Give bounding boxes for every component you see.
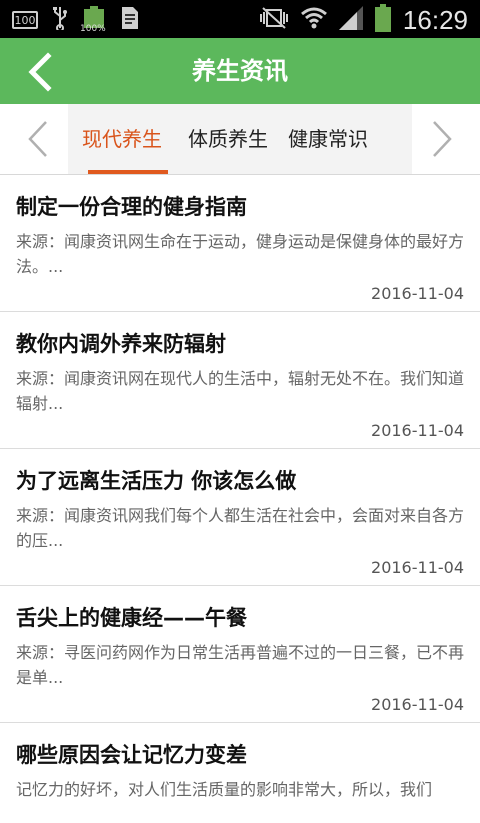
article-summary: 记忆力的好坏，对人们生活质量的影响非常大，所以，我们 bbox=[16, 780, 433, 799]
article-title: 教你内调外养来防辐射 bbox=[16, 332, 226, 356]
list-item[interactable]: 制定一份合理的健身指南 来源：闻康资讯网生命在于运动，健身运动是保健身体的最好方… bbox=[0, 175, 480, 312]
article-summary: 来源：闻康资讯网我们每个人都生活在社会中，会面对来自各方的压... bbox=[16, 506, 465, 550]
article-title: 制定一份合理的健身指南 bbox=[16, 195, 247, 219]
category-tabs: 现代养生 体质养生 健康常识 bbox=[0, 104, 480, 175]
list-item[interactable]: 舌尖上的健康经——午餐 来源：寻医问药网作为日常生活再普遍不过的一日三餐，已不再… bbox=[0, 586, 480, 723]
article-summary: 来源：闻康资讯网在现代人的生活中，辐射无处不在。我们知道辐射... bbox=[16, 369, 465, 413]
tab-modern-health[interactable]: 现代养生 bbox=[82, 104, 168, 174]
tabs-prev-button[interactable] bbox=[14, 104, 62, 174]
list-item[interactable]: 哪些原因会让记忆力变差 记忆力的好坏，对人们生活质量的影响非常大，所以，我们 bbox=[0, 723, 480, 823]
list-item[interactable]: 为了远离生活压力 你该怎么做 来源：闻康资讯网我们每个人都生活在社会中，会面对来… bbox=[0, 449, 480, 586]
article-summary: 来源：闻康资讯网生命在于运动，健身运动是保健身体的最好方法。... bbox=[16, 232, 465, 276]
article-title: 哪些原因会让记忆力变差 bbox=[16, 743, 247, 767]
battery-100-box-icon: 100 bbox=[12, 11, 38, 29]
chevron-left-icon bbox=[28, 121, 47, 157]
list-item[interactable]: 教你内调外养来防辐射 来源：闻康资讯网在现代人的生活中，辐射无处不在。我们知道辐… bbox=[0, 312, 480, 449]
article-date: 2016-11-04 bbox=[371, 695, 464, 714]
battery-100-icon: 100% bbox=[80, 6, 106, 34]
clock: 16:29 bbox=[402, 4, 468, 35]
article-date: 2016-11-04 bbox=[371, 558, 464, 577]
article-title: 舌尖上的健康经——午餐 bbox=[16, 606, 247, 630]
status-bar: 100 100% 16:29 bbox=[0, 0, 480, 38]
article-date: 2016-11-04 bbox=[371, 421, 464, 440]
chevron-right-icon bbox=[433, 121, 452, 157]
tab-constitution-health[interactable]: 体质养生 bbox=[188, 104, 268, 174]
tabs-next-button[interactable] bbox=[418, 104, 466, 174]
usb-icon bbox=[52, 6, 68, 34]
tab-health-knowledge[interactable]: 健康常识 bbox=[288, 104, 368, 174]
article-summary: 来源：寻医问药网作为日常生活再普遍不过的一日三餐，已不再是单... bbox=[16, 643, 465, 687]
page-title: 养生资讯 bbox=[192, 57, 288, 85]
wifi-icon bbox=[300, 6, 327, 34]
document-icon bbox=[120, 6, 140, 34]
article-list: 制定一份合理的健身指南 来源：闻康资讯网生命在于运动，健身运动是保健身体的最好方… bbox=[0, 175, 480, 823]
mute-vibrate-icon bbox=[259, 6, 289, 34]
signal-icon bbox=[338, 6, 363, 34]
active-tab-indicator bbox=[88, 170, 168, 174]
article-title: 为了远离生活压力 你该怎么做 bbox=[16, 469, 297, 493]
tabs-strip: 现代养生 体质养生 健康常识 bbox=[68, 104, 412, 174]
battery-icon bbox=[374, 4, 391, 36]
app-header: 养生资讯 bbox=[0, 38, 480, 104]
article-date: 2016-11-04 bbox=[371, 284, 464, 303]
